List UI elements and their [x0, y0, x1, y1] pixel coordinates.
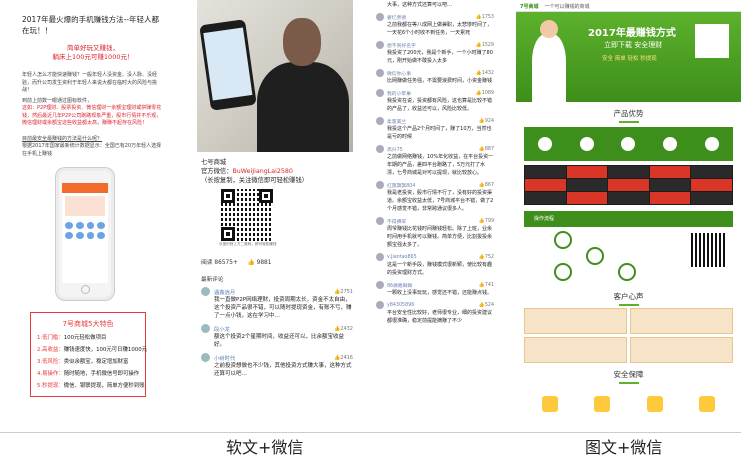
flow-title: 操作流程: [534, 216, 555, 222]
highlight-line-2: 躺床上100元可赚1000元！: [52, 53, 134, 61]
comment-item: 不得拂军 👍799 周爷赚钱比花钱时间赚钱轻松。除了上班，业余时间用手机就可以赚钱。…: [376, 213, 494, 249]
advantage-icon: [579, 137, 594, 151]
comment-item: 遇鑫逍月 👍2751 我一直做P2P网络理财，投资周期太长，资金不太自由，这个投资…: [197, 283, 353, 320]
like-count[interactable]: 👍2432: [334, 326, 353, 332]
caption-right: 图文+微信: [585, 438, 663, 457]
qr-code-icon[interactable]: [695, 24, 729, 58]
avatar: [376, 117, 384, 125]
like-count[interactable]: 👍2416: [334, 355, 353, 361]
feature-item: 3.低风险：类似余额宝，稳定增加财富: [37, 359, 129, 365]
like-count[interactable]: 👍2751: [334, 289, 353, 295]
man-holding-phone-photo: [197, 0, 353, 152]
avatar: [376, 181, 384, 189]
avatar: [201, 324, 210, 333]
comment-item: v.Jiantao865 👍752 这是一个新手段，赚钱模式很新颖，使比较有趣的投资…: [376, 249, 494, 277]
qr-caption: 长按识别上方二维码，即可轻松赚钱: [219, 242, 277, 246]
features-title: 7号商城5大特色: [62, 320, 114, 328]
comment-item: 高兴75 👍887 之前做网络赚钱，10%年化收益，在平台投资一年期的产品，差四平台…: [376, 141, 494, 177]
paragraph-2: 到前上前数一眼通过图标软件，: [22, 97, 93, 104]
feature-item: 4.易操作：随时随地，手机微信号即可操作: [37, 371, 140, 377]
avatar: [376, 41, 384, 49]
article-page-2: 七号商城 官方微信：BuWeiJiangLai2580 （长按复制，关注微信即可…: [197, 0, 353, 432]
comment-item: 微信你心事 👍1432 比网赚做任务强，不需要浪费时间，小资金赚钱: [376, 65, 494, 85]
avatar: [376, 13, 384, 21]
feature-item: 5.秒提现：微信、银联提现，简单方便秒到账: [37, 383, 145, 389]
read-stats: 阅读 86575+ 👍 9881: [201, 260, 272, 266]
advantage-icons: [524, 127, 733, 161]
shop-name: 七号商城: [201, 159, 227, 166]
section-testimonials: 客户心声: [524, 291, 733, 306]
comment-item: 86做路鲜鲜 👍741 一颗收上没事玩玩，感觉还不错，还能赚点钱。: [376, 277, 494, 297]
comment-item: 段小龙 👍2432 额这个投资2个星期时间，收益还可以，比余额宝收益好。: [197, 320, 353, 349]
phone-mockup-image: [56, 168, 114, 300]
shield-icon: [594, 396, 611, 412]
paragraph-3: 这如：P2P理财、股票投资、微信理财一余额宝理财或拼赚零花钱，然后最近几年P2P…: [22, 105, 162, 126]
avatar: [376, 281, 384, 289]
comment-item: 柔量美兰 👍924 我投这个产品2个月时间了，赚了10万，当然也是亏的时候: [376, 113, 494, 141]
avatar: [376, 253, 384, 261]
site-header: 7号商城 一个可以赚钱的商城: [516, 0, 741, 12]
section-security: 安全保障: [524, 369, 733, 384]
comparison-table: [524, 165, 733, 205]
comment-item: 小树时代 👍2416 之前投资想做也不少钱，其他投资方式赚大事，这种方式还算可以吧…: [197, 349, 353, 378]
caption-left: 软文+微信: [226, 438, 304, 457]
feature-item: 1.低门槛：100元轻松做项目: [37, 335, 107, 341]
article-page-1: 2017年最火爆的手机赚钱方法--年轻人都在玩！！ 简单好玩又赚钱， 躺床上10…: [0, 0, 186, 432]
feature-item: 2.高收益：赚钱速度快，100元可日赚1000元: [37, 347, 148, 353]
comment-item: 想不到好名字 👍1529 我投资了200元，我是个新手，一个小时赚了80元，刚开始做…: [376, 37, 494, 65]
comment-item: 大事，这种方式还算可以吧…: [387, 2, 453, 8]
security-badges: [524, 388, 733, 420]
article-link[interactable]: 目前最安全最赚钱的方法是什么呢？: [22, 136, 164, 144]
step-1-icon: [554, 231, 572, 249]
process-flow: 操作流程: [524, 211, 733, 285]
comments-page-3: 大事，这种方式还算可以吧… 蒙忆亲德 👍1753 之前我都在等八成网上做兼职，太悲惨…: [376, 0, 494, 432]
step-4-icon: [618, 263, 636, 281]
site-logo[interactable]: 7号商城: [520, 3, 538, 10]
wechat-line: 官方微信：BuWeiJiangLai2580: [201, 168, 293, 175]
avatar: [201, 287, 210, 296]
shield-icon: [542, 396, 559, 412]
step-2-icon: [586, 247, 604, 265]
avatar: [376, 145, 384, 153]
comment-item: y84305896 👍524 平台安全性比较好，老师很专业，细的投资建议都很准确，稳…: [376, 297, 494, 325]
banner-title: 2017年最赚钱方式: [588, 28, 676, 39]
wechat-note: （长按复制，关注微信即可轻松赚钱）: [201, 177, 309, 184]
testimonial-grid: [524, 308, 733, 363]
businessman-image: [532, 20, 566, 102]
advantage-icon: [663, 137, 678, 151]
paragraph-1: 年轻人怎么才能快速赚钱？一般年轻人没资金、没人脉、没经验，而升公司发生资利于年轻…: [22, 72, 158, 93]
hero-banner: 2017年最赚钱方式 立即下载 安全理财 安全 简单 轻松 秒提现: [516, 12, 741, 102]
wechat-id[interactable]: BuWeiJiangLai2580: [232, 168, 292, 175]
avatar: [376, 217, 384, 225]
advantage-icon: [621, 137, 636, 151]
avatar: [376, 69, 384, 77]
avatar: [376, 301, 384, 309]
banner-subtitle: 安全 简单 轻松 秒提现: [602, 56, 657, 62]
avatar: [201, 353, 210, 362]
comment-item: 蒙忆亲德 👍1753 之前我都在等八成网上做兼职，太悲惨时间了，一天花6个小时收不到…: [376, 9, 494, 37]
thumb-up-icon[interactable]: 👍: [248, 260, 255, 266]
advantage-icon: [537, 137, 552, 151]
qr-code-icon[interactable]: [221, 189, 273, 241]
article-title: 2017年最火爆的手机赚钱方法--年轻人都在玩！！: [22, 15, 159, 35]
comments-section-title: 最新评论: [201, 277, 224, 283]
avatar: [376, 89, 384, 97]
banner-tag[interactable]: 立即下载 安全理财: [604, 40, 662, 50]
highlight-line-1: 简单好玩又赚钱，: [67, 44, 119, 52]
advantage-icon: [705, 137, 720, 151]
qr-code-icon[interactable]: [691, 233, 725, 267]
step-3-icon: [554, 263, 572, 281]
comment-item: 红旗飘飘804 👍867 我是老投资，股市行情不行了，没有好的投资渠道。余额宝收益太…: [376, 177, 494, 213]
home-button-icon: [81, 285, 90, 294]
shield-icon: [646, 396, 663, 412]
shield-icon: [698, 396, 715, 412]
paragraph-4: 根据2017年国家最新统计数据显示：全国已有20万年轻人选择在手机上赚钱: [22, 143, 162, 157]
section-advantages: 产品优势: [524, 108, 733, 123]
divider: [0, 432, 741, 433]
landing-page-4: 7号商城 一个可以赚钱的商城 2017年最赚钱方式 立即下载 安全理财 安全 简单…: [516, 0, 741, 432]
comment-item: 我的小苹果 👍1089 我投资在说，投资都有风险，这也算是比较不错的产品了，收益还可…: [376, 85, 494, 113]
features-box: 7号商城5大特色 1.低门槛：100元轻松做项目 2.高收益：赚钱速度快，100…: [30, 312, 148, 397]
